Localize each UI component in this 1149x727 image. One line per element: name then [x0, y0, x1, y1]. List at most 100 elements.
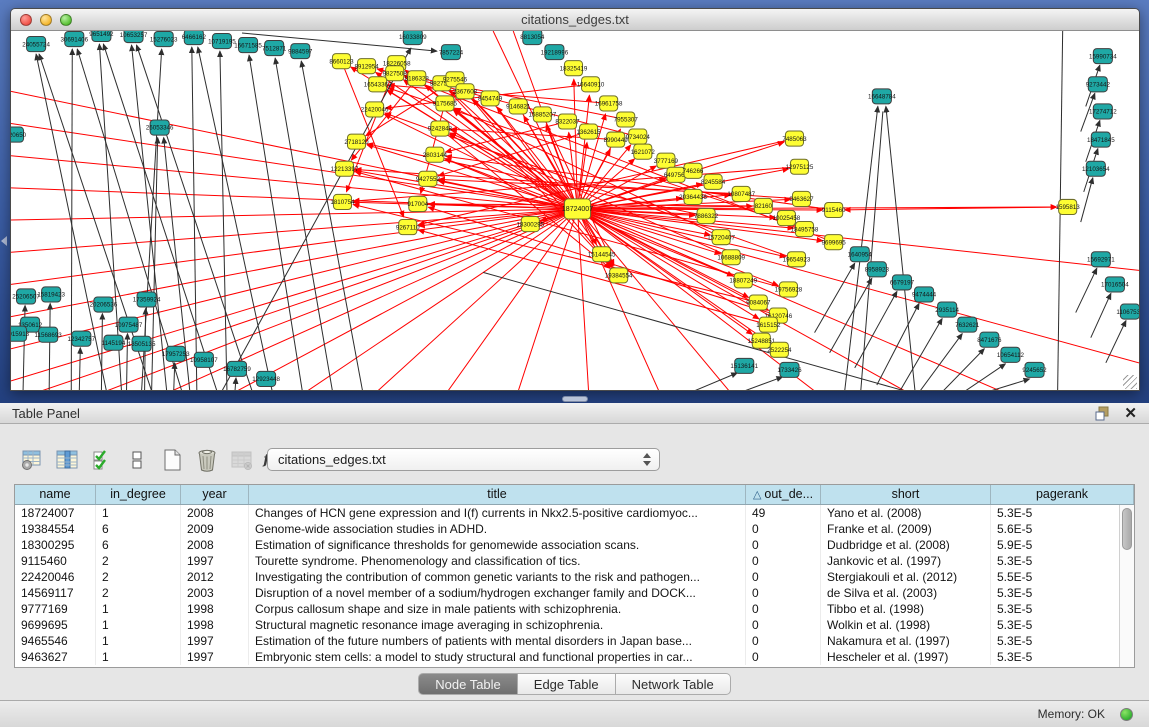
svg-text:16961758: 16961758 — [595, 101, 623, 108]
svg-text:1621072: 1621072 — [631, 149, 656, 156]
svg-text:9474444: 9474444 — [912, 292, 937, 299]
svg-text:15990734: 15990734 — [1089, 53, 1117, 60]
close-panel-icon[interactable]: ✕ — [1124, 404, 1137, 423]
svg-text:746266: 746266 — [683, 168, 704, 175]
svg-text:2718120: 2718120 — [344, 139, 369, 146]
network-window[interactable]: citations_edges.txt 24055724 306914069651… — [10, 8, 1140, 391]
table-cell: 6 — [96, 537, 181, 553]
column-header-short[interactable]: short — [821, 485, 991, 504]
svg-text:20206536: 20206536 — [90, 302, 118, 309]
svg-text:10654112: 10654112 — [997, 352, 1025, 359]
svg-text:16543362: 16543362 — [364, 82, 392, 89]
svg-text:10807487: 10807487 — [727, 191, 755, 198]
svg-text:82160: 82160 — [755, 203, 773, 210]
table-cell: 5.5E-5 — [991, 569, 1134, 585]
table-row[interactable]: 946362711997Embryonic stem cells: a mode… — [15, 649, 1134, 665]
table-row[interactable]: 1830029562008Estimation of significance … — [15, 537, 1134, 553]
svg-text:7485063: 7485063 — [782, 136, 807, 143]
table-cell: 1997 — [181, 633, 249, 649]
svg-text:16782759: 16782759 — [223, 366, 251, 373]
table-row[interactable]: 946554611997Estimation of the future num… — [15, 633, 1134, 649]
tab-node-table[interactable]: Node Table — [418, 673, 518, 695]
svg-text:15144545: 15144545 — [588, 251, 616, 258]
table-cell: Tourette syndrome. Phenomenology and cla… — [249, 553, 746, 569]
svg-text:22420046: 22420046 — [361, 107, 389, 114]
split-pane-divider-handle[interactable] — [562, 396, 588, 402]
network-window-titlebar[interactable]: citations_edges.txt — [11, 9, 1139, 31]
svg-text:9651492: 9651492 — [89, 31, 114, 38]
table-row[interactable]: 2242004622012Investigating the contribut… — [15, 569, 1134, 585]
scrollbar-thumb[interactable] — [1122, 508, 1132, 550]
table-row[interactable]: 1938455462009Genome-wide association stu… — [15, 521, 1134, 537]
window-resize-grip[interactable] — [1123, 375, 1137, 389]
table-cell: Embryonic stem cells: a model to study s… — [249, 649, 746, 665]
table-cell: 2 — [96, 585, 181, 601]
svg-text:2935114: 2935114 — [935, 307, 959, 314]
table-cell: 5.3E-5 — [991, 585, 1134, 601]
table-cell: 1 — [96, 617, 181, 633]
svg-text:6466162: 6466162 — [182, 34, 207, 41]
svg-text:8912954: 8912954 — [354, 63, 379, 70]
svg-text:12103654: 12103654 — [1082, 166, 1110, 173]
column-header-pagerank[interactable]: pagerank — [991, 485, 1134, 504]
table-cell: Stergiakouli et al. (2012) — [821, 569, 991, 585]
collapse-panel-arrow-icon[interactable] — [1, 236, 7, 246]
table-cell: 2008 — [181, 537, 249, 553]
delete-column-icon[interactable] — [195, 448, 219, 472]
table-row[interactable]: 1872400712008Changes of HCN gene express… — [15, 505, 1134, 521]
table-cell: 18300295 — [15, 537, 96, 553]
tab-edge-table[interactable]: Edge Table — [518, 673, 616, 695]
table-cell: 0 — [746, 649, 821, 665]
svg-text:8186328: 8186328 — [405, 75, 430, 82]
table-cell: 5.3E-5 — [991, 601, 1134, 617]
table-header-row: namein_degreeyeartitle△out_de...shortpag… — [15, 485, 1134, 505]
network-view-canvas[interactable]: 2405572430691406965149210653257152760236… — [11, 31, 1139, 391]
table-row[interactable]: 969969511998Structural magnetic resonanc… — [15, 617, 1134, 633]
table-cell: 0 — [746, 617, 821, 633]
svg-text:24055724: 24055724 — [22, 41, 50, 48]
table-cell: 1997 — [181, 649, 249, 665]
column-header-in_degree[interactable]: in_degree — [96, 485, 181, 504]
svg-text:16648784: 16648784 — [868, 94, 896, 101]
svg-text:9427552: 9427552 — [416, 176, 441, 183]
column-header-name[interactable]: name — [15, 485, 96, 504]
new-column-icon[interactable] — [160, 448, 184, 472]
svg-text:8245584: 8245584 — [701, 179, 726, 186]
column-header-year[interactable]: year — [181, 485, 249, 504]
svg-text:2367608: 2367608 — [453, 89, 478, 96]
float-panel-icon[interactable] — [1095, 406, 1111, 421]
svg-text:6679197: 6679197 — [890, 280, 915, 287]
column-header-title[interactable]: title — [249, 485, 746, 504]
table-selector-dropdown[interactable]: citations_edges.txt — [267, 448, 660, 471]
svg-text:1362615: 1362615 — [576, 129, 601, 136]
memory-status-indicator-icon[interactable] — [1120, 708, 1133, 721]
svg-text:8990449: 8990449 — [604, 137, 629, 144]
table-cell: Genome-wide association studies in ADHD. — [249, 521, 746, 537]
table-cell: 5.3E-5 — [991, 633, 1134, 649]
table-settings-icon[interactable] — [20, 448, 44, 472]
svg-text:1145194: 1145194 — [102, 340, 126, 347]
svg-text:12213397: 12213397 — [331, 166, 359, 173]
table-row[interactable]: 911546021997Tourette syndrome. Phenomeno… — [15, 553, 1134, 569]
tab-network-table[interactable]: Network Table — [616, 673, 731, 695]
show-checkboxes-icon[interactable] — [125, 448, 149, 472]
svg-text:7857224: 7857224 — [439, 49, 464, 56]
vertical-scrollbar[interactable] — [1119, 505, 1134, 667]
select-columns-icon[interactable] — [55, 448, 79, 472]
table-cell: 0 — [746, 569, 821, 585]
svg-text:30691406: 30691406 — [60, 36, 88, 43]
table-cell: 18724007 — [15, 505, 96, 521]
svg-text:9175685: 9175685 — [433, 101, 458, 108]
table-cell: 2 — [96, 553, 181, 569]
table-cell: 0 — [746, 553, 821, 569]
svg-text:18471845: 18471845 — [1087, 137, 1115, 144]
table-row[interactable]: 1456911722003Disruption of a novel membe… — [15, 585, 1134, 601]
column-header-out_de[interactable]: △out_de... — [746, 485, 821, 504]
svg-text:1640954: 1640954 — [848, 251, 873, 258]
table-row[interactable]: 977716911998Corpus callosum shape and si… — [15, 601, 1134, 617]
select-rows-icon[interactable] — [90, 448, 114, 472]
svg-text:10975487: 10975487 — [115, 322, 143, 329]
svg-text:12923448: 12923448 — [252, 376, 280, 383]
svg-text:8660123: 8660123 — [329, 58, 354, 65]
delete-table-icon[interactable] — [230, 448, 254, 472]
